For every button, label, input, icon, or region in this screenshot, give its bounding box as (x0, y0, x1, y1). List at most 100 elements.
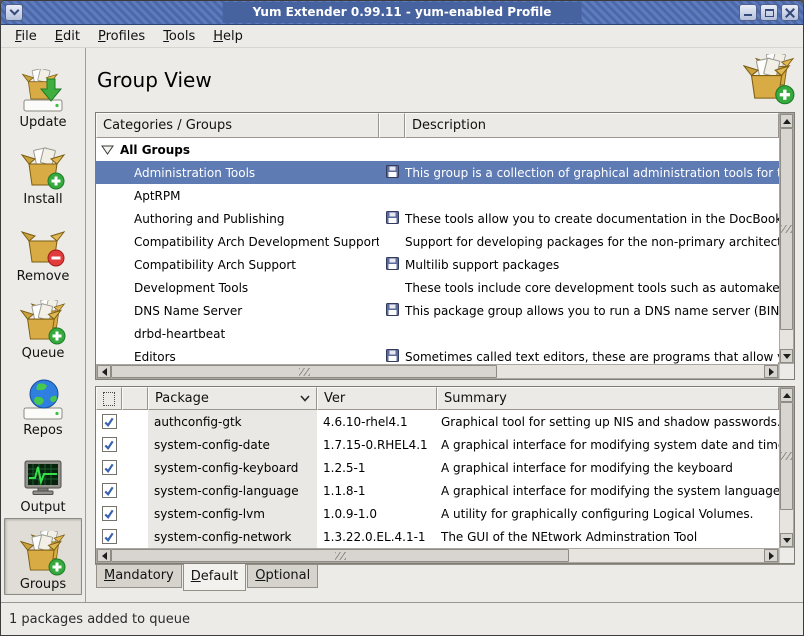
scroll-right-button[interactable] (764, 365, 778, 378)
menu-item[interactable]: Profiles (89, 26, 154, 47)
tab[interactable]: Optional (247, 565, 318, 588)
group-row[interactable]: Compatibility Arch Support Multilib supp… (96, 253, 779, 276)
sidebar-item-output[interactable]: Output (4, 441, 82, 518)
menu-item[interactable]: File (6, 26, 46, 47)
group-row[interactable]: Development Tools These tools include co… (96, 276, 779, 299)
column-header-select-all[interactable] (96, 387, 122, 410)
grip-icon (299, 368, 310, 376)
queue-boxes-icon (20, 300, 66, 346)
grip-icon (335, 552, 346, 560)
checkmark-icon (103, 416, 115, 428)
group-name: AptRPM (134, 189, 180, 203)
package-checkbox[interactable] (102, 437, 117, 452)
group-description: Support for developing packages for the … (405, 235, 779, 249)
sidebar-item-label: Queue (22, 346, 65, 361)
group-row[interactable]: Administration Tools This group is a col… (96, 161, 779, 184)
package-table-vscrollbar (779, 387, 794, 548)
window-menu-button[interactable] (5, 4, 23, 21)
group-row[interactable]: Editors Sometimes called text editors, t… (96, 345, 779, 364)
scroll-up-button[interactable] (780, 388, 793, 402)
floppy-icon (386, 303, 399, 319)
sidebar-item-groups[interactable]: Groups (4, 518, 82, 595)
scroll-down-button[interactable] (780, 533, 793, 547)
sidebar-item-remove[interactable]: Remove (4, 210, 82, 287)
package-table-hscrollbar (96, 548, 779, 563)
scroll-left-button[interactable] (97, 365, 111, 378)
package-summary: A graphical interface for modifying syst… (437, 438, 779, 452)
group-row[interactable]: All Groups (96, 138, 779, 161)
maximize-button[interactable] (760, 4, 778, 21)
expander-open-icon[interactable] (101, 144, 116, 155)
group-row[interactable]: Compatibility Arch Development Support S… (96, 230, 779, 253)
menu-item[interactable]: Edit (46, 26, 89, 47)
group-row[interactable]: Authoring and Publishing These tools all… (96, 207, 779, 230)
group-table-vscrollbar (779, 113, 794, 364)
group-name: DNS Name Server (134, 304, 242, 318)
package-row[interactable]: authconfig-gtk 4.6.10-rhel4.1 Graphical … (96, 410, 779, 433)
column-header-ver[interactable]: Ver (317, 387, 437, 410)
install-box-icon (20, 146, 66, 192)
remove-box-icon (20, 223, 66, 269)
column-header-blank[interactable] (122, 387, 148, 410)
package-name: system-config-lvm (148, 502, 317, 525)
vscrollbar-thumb[interactable] (780, 128, 793, 330)
hscrollbar-thumb[interactable] (111, 365, 497, 378)
scroll-up-button[interactable] (780, 114, 793, 128)
tab[interactable]: Mandatory (96, 565, 182, 588)
scroll-down-button[interactable] (780, 349, 793, 363)
package-row[interactable]: system-config-lvm 1.0.9-1.0 A utility fo… (96, 502, 779, 525)
update-box-icon (20, 69, 66, 115)
column-header-categories[interactable]: Categories / Groups (96, 113, 379, 138)
hscrollbar-thumb[interactable] (111, 549, 569, 562)
group-description: Multilib support packages (405, 258, 779, 272)
group-row[interactable]: drbd-heartbeat (96, 322, 779, 345)
package-row[interactable]: system-config-keyboard 1.2.5-1 A graphic… (96, 456, 779, 479)
scroll-left-button[interactable] (97, 549, 111, 562)
column-header-summary[interactable]: Summary (437, 387, 779, 410)
sidebar-item-update[interactable]: Update (4, 56, 82, 133)
column-header-package[interactable]: Package (148, 387, 317, 410)
titlebar[interactable]: Yum Extender 0.99.11 - yum-enabled Profi… (1, 1, 803, 25)
group-name: Compatibility Arch Development Support (134, 235, 379, 249)
group-row[interactable]: DNS Name Server This package group allow… (96, 299, 779, 322)
column-header-icon[interactable] (379, 113, 405, 138)
menu-item[interactable]: Tools (154, 26, 204, 47)
grip-icon (781, 452, 792, 460)
package-checkbox[interactable] (102, 506, 117, 521)
package-checkbox[interactable] (102, 414, 117, 429)
groups-view-icon (743, 54, 795, 110)
package-checkbox[interactable] (102, 483, 117, 498)
sidebar-item-repos[interactable]: Repos (4, 364, 82, 441)
checkmark-icon (103, 508, 115, 520)
group-name: Compatibility Arch Support (134, 258, 296, 272)
app-window: Yum Extender 0.99.11 - yum-enabled Profi… (0, 0, 804, 636)
package-checkbox[interactable] (102, 529, 117, 544)
package-row[interactable]: system-config-date 1.7.15-0.RHEL4.1 A gr… (96, 433, 779, 456)
sidebar-item-label: Output (20, 500, 65, 515)
package-checkbox[interactable] (102, 460, 117, 475)
minimize-button[interactable] (739, 4, 757, 21)
group-row[interactable]: AptRPM (96, 184, 779, 207)
package-version: 1.1.8-1 (317, 484, 437, 498)
scroll-right-button[interactable] (764, 549, 778, 562)
checkmark-icon (103, 439, 115, 451)
package-row[interactable]: system-config-network 1.3.22.0.EL.4.1-1 … (96, 525, 779, 548)
close-button[interactable] (781, 4, 799, 21)
column-header-description[interactable]: Description (405, 113, 779, 138)
floppy-icon (386, 211, 399, 227)
select-all-box-icon (103, 392, 115, 406)
group-name: Development Tools (134, 281, 248, 295)
sidebar-item-queue[interactable]: Queue (4, 287, 82, 364)
sidebar-item-label: Groups (20, 577, 66, 592)
menu-item[interactable]: Help (204, 26, 252, 47)
sidebar-item-install[interactable]: Install (4, 133, 82, 210)
vscrollbar-thumb[interactable] (780, 402, 793, 510)
package-summary: Graphical tool for setting up NIS and sh… (437, 415, 779, 429)
package-row[interactable]: system-config-language 1.1.8-1 A graphic… (96, 479, 779, 502)
checkmark-icon (103, 531, 115, 543)
package-name: system-config-keyboard (148, 456, 317, 479)
tab[interactable]: Default (183, 564, 247, 591)
checkmark-icon (103, 462, 115, 474)
package-summary: A utility for graphically configuring Lo… (437, 507, 779, 521)
arrow-up-icon (783, 393, 791, 398)
